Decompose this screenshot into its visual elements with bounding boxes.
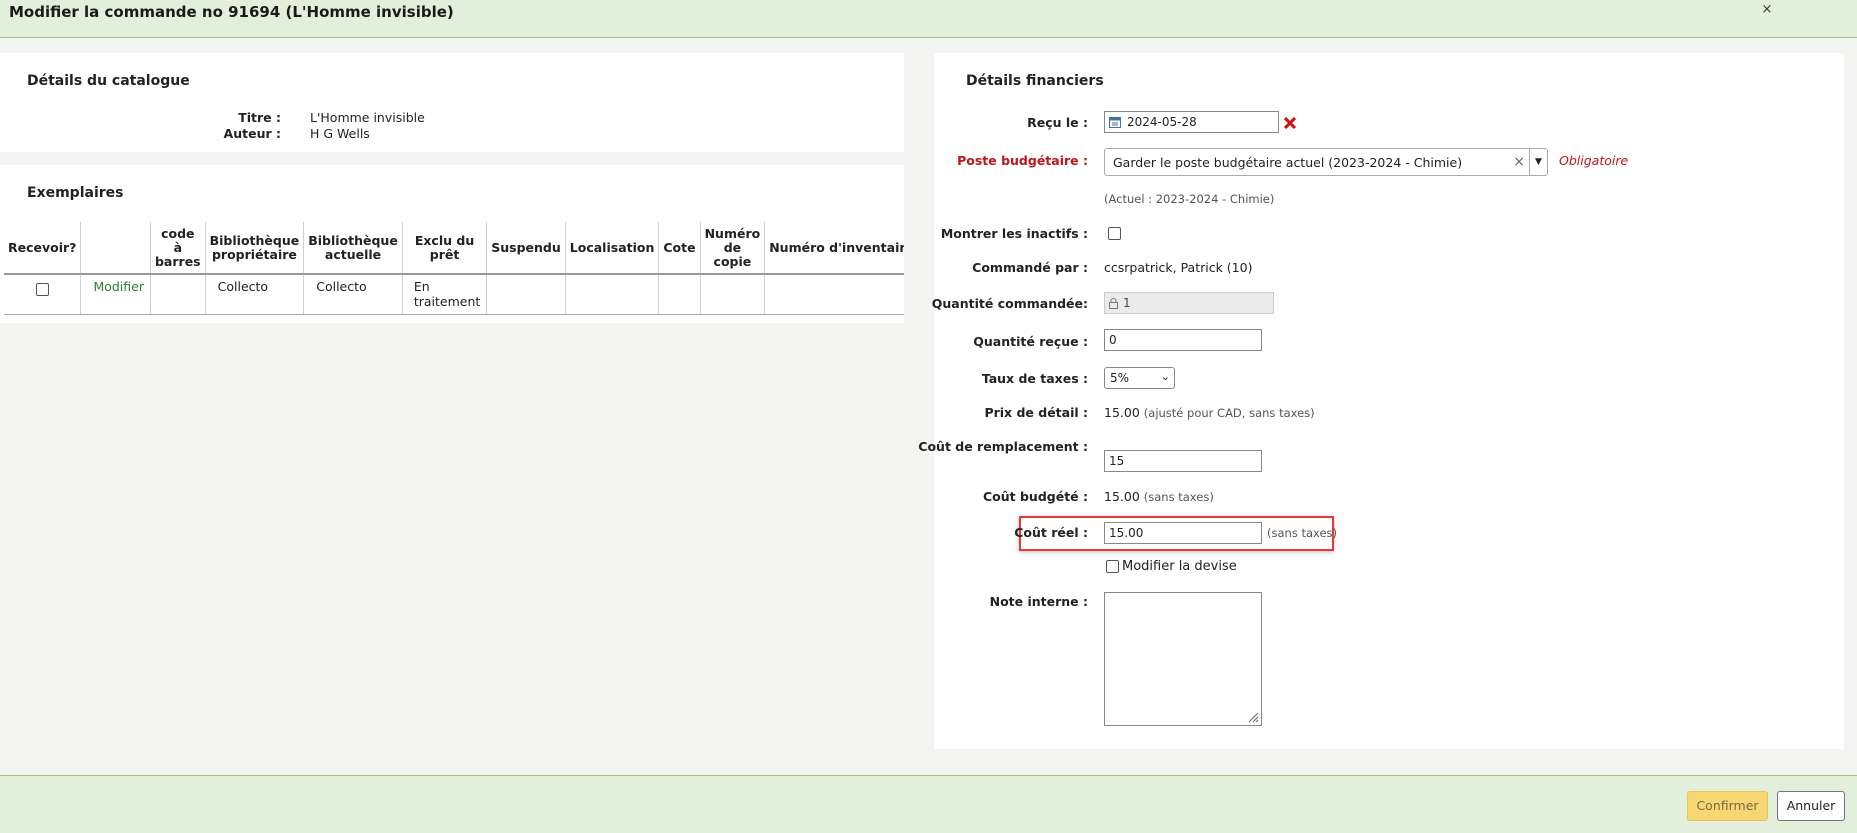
fund-required-note: Obligatoire <box>1559 153 1629 168</box>
current-library-cell: Collecto <box>303 274 403 315</box>
location-cell <box>565 274 660 315</box>
col-actions <box>80 222 151 275</box>
show-inactive-label: Montrer les inactifs : <box>940 226 1088 241</box>
not-for-loan-cell: En traitement <box>402 274 488 315</box>
items-table: Recevoir? code à barres Bibliothèque pro… <box>4 222 904 315</box>
change-currency-checkbox[interactable] <box>1106 560 1119 573</box>
budgeted-cost-text: 15.00 (sans taxes) <box>1104 489 1214 504</box>
retail-price-value: 15.00 <box>1104 405 1140 420</box>
table-row: Modifier Collecto Collecto En traitement <box>4 274 904 315</box>
chevron-down-icon[interactable]: ▼ <box>1529 149 1547 175</box>
ordered-by-label: Commandé par : <box>972 260 1088 275</box>
barcode-cell <box>150 274 206 315</box>
items-header-row: Recevoir? code à barres Bibliothèque pro… <box>4 222 904 275</box>
fund-select[interactable]: Garder le poste budgétaire actuel (2023-… <box>1104 148 1548 176</box>
receive-checkbox[interactable] <box>35 282 49 296</box>
suspended-cell <box>486 274 566 315</box>
modal-header: Modifier la commande no 91694 (L'Homme i… <box>0 0 1857 38</box>
qty-received-input[interactable]: 0 <box>1104 329 1262 351</box>
col-suspended[interactable]: Suspendu <box>486 222 566 275</box>
col-barcode[interactable]: code à barres <box>150 222 206 275</box>
receive-cell <box>4 274 82 315</box>
qty-ordered-label: Quantité commandée: <box>931 296 1088 311</box>
lock-icon <box>1109 298 1118 309</box>
items-panel: Exemplaires Recevoir? code à barres Bibl… <box>0 165 904 323</box>
author-value: H G Wells <box>310 126 370 141</box>
col-call-number[interactable]: Cote <box>658 222 701 275</box>
tax-rate-label: Taux de taxes : <box>981 371 1088 386</box>
replacement-cost-label: Coût de remplacement : <box>918 439 1088 454</box>
catalog-details-panel: Détails du catalogue Titre : L'Homme inv… <box>0 53 904 152</box>
title-label: Titre : <box>238 110 281 125</box>
catalog-heading: Détails du catalogue <box>27 73 190 89</box>
tax-rate-select[interactable]: 5% ⌄ <box>1104 367 1175 389</box>
show-inactive-checkbox[interactable] <box>1108 227 1121 240</box>
home-library-cell: Collecto <box>205 274 305 315</box>
financial-heading: Détails financiers <box>966 73 1104 89</box>
confirm-button[interactable]: Confirmer <box>1687 791 1768 821</box>
call-number-cell <box>658 274 701 315</box>
ordered-by-value: ccsrpatrick, Patrick (10) <box>1104 260 1253 275</box>
actual-cost-input[interactable]: 15.00 <box>1104 522 1262 544</box>
col-current-library[interactable]: Bibliothèque actuelle <box>303 222 403 275</box>
resize-handle-icon[interactable] <box>1247 711 1259 723</box>
copy-number-cell <box>700 274 766 315</box>
replacement-cost-input[interactable]: 15 <box>1104 450 1262 472</box>
cancel-button[interactable]: Annuler <box>1777 791 1845 821</box>
col-receive: Recevoir? <box>4 222 82 275</box>
col-copy-number[interactable]: Numéro de copie <box>700 222 766 275</box>
author-label: Auteur : <box>223 126 281 141</box>
budgeted-cost-note: (sans taxes) <box>1143 490 1214 504</box>
modal-title: Modifier la commande no 91694 (L'Homme i… <box>9 3 454 21</box>
edit-item-link[interactable]: Modifier <box>93 279 144 294</box>
title-value: L'Homme invisible <box>310 110 425 125</box>
received-date-label: Reçu le : <box>1027 115 1088 130</box>
qty-ordered-value: 1 <box>1123 296 1131 310</box>
change-currency-label[interactable]: Modifier la devise <box>1122 559 1237 574</box>
fund-select-value: Garder le poste budgétaire actuel (2023-… <box>1113 155 1463 170</box>
actual-cost-label: Coût réel : <box>1014 525 1088 540</box>
actual-cost-note: (sans taxes) <box>1267 526 1338 540</box>
fund-current-note: (Actuel : 2023-2024 - Chimie) <box>1104 192 1275 206</box>
clear-fund-icon[interactable]: × <box>1513 154 1525 170</box>
items-heading: Exemplaires <box>27 185 124 201</box>
edit-cell: Modifier <box>80 274 151 315</box>
qty-ordered-input: 1 <box>1104 292 1274 314</box>
retail-price-note: (ajusté pour CAD, sans taxes) <box>1143 406 1315 420</box>
budgeted-cost-label: Coût budgété : <box>982 489 1088 504</box>
qty-received-label: Quantité reçue : <box>973 334 1088 349</box>
retail-price-text: 15.00 (ajusté pour CAD, sans taxes) <box>1104 405 1315 420</box>
col-location[interactable]: Localisation <box>565 222 660 275</box>
fund-label: Poste budgétaire : <box>957 153 1088 168</box>
received-date-value: 2024-05-28 <box>1127 115 1197 129</box>
col-home-library[interactable]: Bibliothèque propriétaire <box>205 222 305 275</box>
calendar-icon[interactable] <box>1109 116 1121 128</box>
tax-rate-value: 5% <box>1110 371 1130 385</box>
clear-date-icon[interactable] <box>1284 117 1296 129</box>
chevron-down-icon: ⌄ <box>1160 370 1170 383</box>
internal-note-label: Note interne : <box>989 594 1088 609</box>
received-date-input[interactable]: 2024-05-28 <box>1104 111 1279 133</box>
internal-note-textarea[interactable] <box>1104 592 1262 726</box>
retail-price-label: Prix de détail : <box>984 405 1088 420</box>
modal-footer: Confirmer Annuler <box>0 775 1857 833</box>
col-not-for-loan[interactable]: Exclu du prêt <box>402 222 488 275</box>
budgeted-cost-value: 15.00 <box>1104 489 1140 504</box>
close-icon[interactable]: × <box>1760 2 1774 18</box>
